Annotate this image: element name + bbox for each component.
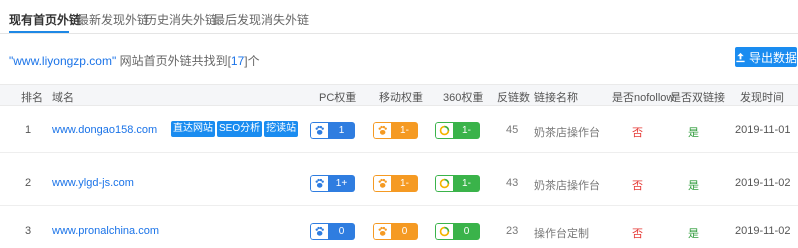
mobile-weight-value: 0 bbox=[391, 223, 418, 240]
tab-bar: 现有首页外链 最新发现外链 历史消失外链 最后发现消失外链 bbox=[0, 0, 798, 34]
rank-cell: 1 bbox=[25, 124, 32, 136]
360-weight-badge: 1- bbox=[435, 122, 480, 139]
double-link-value: 是 bbox=[688, 180, 699, 192]
rank-cell: 3 bbox=[25, 225, 32, 237]
paw-icon bbox=[378, 178, 387, 188]
upload-icon bbox=[736, 52, 745, 62]
paw-icon bbox=[315, 178, 324, 188]
pc-weight-badge: 1 bbox=[310, 122, 355, 139]
found-date: 2019-11-01 bbox=[735, 124, 791, 136]
nofollow-value: 否 bbox=[632, 127, 643, 139]
rank-cell: 2 bbox=[25, 177, 32, 189]
pc-weight-value: 1 bbox=[328, 122, 355, 139]
seo-analysis-button[interactable]: SEO分析 bbox=[217, 121, 263, 137]
tab-current-homepage-links[interactable]: 现有首页外链 bbox=[9, 11, 81, 28]
tab-newly-found-links[interactable]: 最新发现外链 bbox=[77, 11, 149, 28]
header-backlinks: 反链数 bbox=[497, 92, 530, 104]
tab-last-found-lost-links[interactable]: 最后发现消失外链 bbox=[213, 11, 309, 28]
header-found-time: 发现时间 bbox=[740, 92, 784, 104]
header-mobile-weight: 移动权重 bbox=[379, 92, 423, 104]
domain-link[interactable]: www.pronalchina.com bbox=[52, 225, 159, 237]
mobile-weight-badge: 1- bbox=[373, 175, 418, 192]
360-weight-value: 1- bbox=[453, 122, 480, 139]
backlink-count: 45 bbox=[506, 124, 519, 136]
mine-site-button[interactable]: 挖读站 bbox=[264, 121, 299, 137]
circle-360-icon bbox=[439, 226, 450, 237]
mobile-weight-value: 1- bbox=[391, 122, 418, 139]
double-link-value: 是 bbox=[688, 228, 699, 240]
link-name: 奶茶店操作台 bbox=[534, 127, 600, 139]
header-rank: 排名 bbox=[21, 92, 43, 104]
header-domain: 域名 bbox=[52, 92, 74, 104]
circle-360-icon bbox=[439, 125, 450, 136]
mobile-weight-badge: 1- bbox=[373, 122, 418, 139]
paw-icon bbox=[378, 125, 387, 135]
visit-site-button[interactable]: 直达网站 bbox=[171, 121, 215, 137]
link-name: 奶茶店操作台 bbox=[534, 180, 600, 192]
pc-weight-value: 0 bbox=[328, 223, 355, 240]
active-tab-indicator bbox=[9, 31, 69, 33]
header-link-name: 链接名称 bbox=[534, 92, 578, 104]
domain-link[interactable]: www.dongao158.com bbox=[52, 124, 157, 136]
mobile-weight-value: 1- bbox=[391, 175, 418, 192]
nofollow-value: 否 bbox=[632, 228, 643, 240]
found-date: 2019-11-02 bbox=[735, 177, 791, 189]
360-weight-value: 0 bbox=[453, 223, 480, 240]
export-label: 导出数据 bbox=[748, 50, 797, 65]
table-row: 1 www.dongao158.com 直达网站 SEO分析 挖读站 1 1- … bbox=[0, 107, 798, 153]
360-weight-badge: 0 bbox=[435, 223, 480, 240]
360-weight-badge: 1- bbox=[435, 175, 480, 192]
link-name: 操作台定制 bbox=[534, 228, 589, 240]
domain-link[interactable]: www.ylgd-js.com bbox=[52, 177, 134, 189]
360-weight-value: 1- bbox=[453, 175, 480, 192]
table-row: 2 www.ylgd-js.com 1+ 1- 1- 43 奶茶店操作台 否 是… bbox=[0, 160, 798, 206]
header-nofollow: 是否nofollow bbox=[612, 92, 675, 104]
summary-count: 17 bbox=[230, 54, 245, 68]
tab-history-lost-links[interactable]: 历史消失外链 bbox=[145, 11, 217, 28]
summary-domain-link[interactable]: www.liyongzp.com bbox=[13, 54, 112, 68]
double-link-value: 是 bbox=[688, 127, 699, 139]
summary-text: "www.liyongzp.com" 网站首页外链共找到[17]个 bbox=[9, 54, 260, 68]
pc-weight-badge: 1+ bbox=[310, 175, 355, 192]
export-data-button[interactable]: 导出数据 bbox=[735, 47, 797, 67]
table-row: 3 www.pronalchina.com 0 0 0 23 操作台定制 否 是… bbox=[0, 208, 798, 248]
paw-icon bbox=[378, 226, 387, 236]
table-header: 排名 域名 PC权重 移动权重 360权重 反链数 链接名称 是否nofollo… bbox=[0, 84, 798, 106]
found-date: 2019-11-02 bbox=[735, 225, 791, 237]
backlink-count: 23 bbox=[506, 225, 519, 237]
header-double-link: 是否双链接 bbox=[670, 92, 725, 104]
row-actions: 直达网站 SEO分析 挖读站 bbox=[171, 121, 299, 137]
paw-icon bbox=[315, 226, 324, 236]
header-360-weight: 360权重 bbox=[443, 92, 484, 104]
circle-360-icon bbox=[439, 178, 450, 189]
paw-icon bbox=[315, 125, 324, 135]
pc-weight-value: 1+ bbox=[328, 175, 355, 192]
header-pc-weight: PC权重 bbox=[319, 92, 357, 104]
nofollow-value: 否 bbox=[632, 180, 643, 192]
mobile-weight-badge: 0 bbox=[373, 223, 418, 240]
pc-weight-badge: 0 bbox=[310, 223, 355, 240]
backlink-count: 43 bbox=[506, 177, 519, 189]
